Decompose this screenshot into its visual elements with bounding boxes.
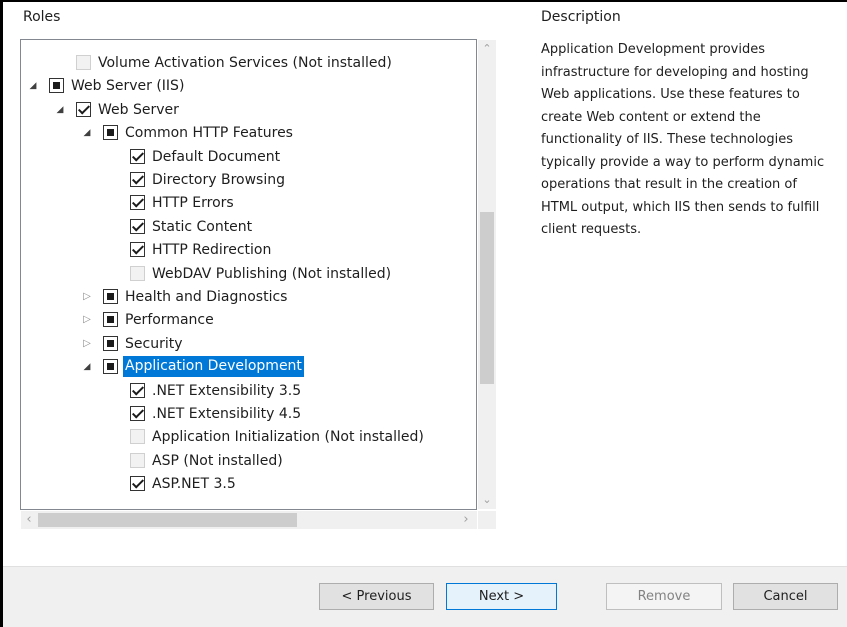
tree-item-checkbox[interactable] — [103, 312, 118, 327]
collapse-icon[interactable]: ◢ — [81, 122, 93, 144]
tree-item-checkbox[interactable] — [130, 242, 145, 257]
tree-item-label[interactable]: ASP.NET 3.5 — [152, 473, 236, 495]
tree-item[interactable]: .NET Extensibility 3.5 — [0, 380, 477, 402]
tree-item-label[interactable]: WebDAV Publishing (Not installed) — [152, 263, 391, 285]
scroll-up-icon[interactable]: ⌃ — [478, 40, 496, 58]
window-top-border — [0, 0, 847, 2]
cancel-button[interactable]: Cancel — [733, 583, 838, 610]
tree-item[interactable]: ▷ Health and Diagnostics — [0, 286, 477, 308]
description-text: Application Development provides infrast… — [541, 42, 825, 237]
tree-item-checkbox[interactable] — [103, 336, 118, 351]
tree-item-label[interactable]: HTTP Redirection — [152, 239, 271, 261]
tree-item-label[interactable]: HTTP Errors — [152, 192, 234, 214]
tree-item[interactable]: Directory Browsing — [0, 169, 477, 191]
expand-icon[interactable]: ▷ — [81, 309, 93, 331]
tree-item-checkbox[interactable] — [103, 359, 118, 374]
tree-item[interactable]: ◢ Common HTTP Features — [0, 122, 477, 144]
scroll-down-icon[interactable]: ⌄ — [478, 491, 496, 509]
horizontal-scrollbar[interactable]: ‹ › — [21, 511, 477, 529]
tree-item-checkbox[interactable] — [103, 125, 118, 140]
scrollbar-corner — [478, 511, 496, 529]
tree-item-checkbox[interactable] — [130, 476, 145, 491]
description-header: Description — [541, 9, 621, 25]
tree-item[interactable]: Volume Activation Services (Not installe… — [0, 52, 477, 74]
tree-item-label[interactable]: Health and Diagnostics — [125, 286, 287, 308]
tree-item[interactable]: ◢ Web Server (IIS) — [0, 75, 477, 97]
tree-item-checkbox[interactable] — [130, 383, 145, 398]
tree-item[interactable]: ◢ Web Server — [0, 99, 477, 121]
tree-item-checkbox[interactable] — [103, 289, 118, 304]
tree-item-label[interactable]: Web Server (IIS) — [71, 75, 184, 97]
tree-item-label[interactable]: ASP (Not installed) — [152, 450, 283, 472]
expand-icon[interactable]: ▷ — [81, 333, 93, 355]
tree-item-label[interactable]: Volume Activation Services (Not installe… — [98, 52, 392, 74]
tree-item-label[interactable]: .NET Extensibility 3.5 — [152, 380, 301, 402]
horizontal-scroll-thumb[interactable] — [38, 513, 297, 527]
next-button[interactable]: Next > — [446, 583, 557, 610]
roles-header: Roles — [23, 9, 61, 25]
tree-item[interactable]: WebDAV Publishing (Not installed) — [0, 263, 477, 285]
tree-item-checkbox[interactable] — [130, 149, 145, 164]
tree-item-label[interactable]: Common HTTP Features — [125, 122, 293, 144]
tree-item[interactable]: ▷ Performance — [0, 309, 477, 331]
previous-button[interactable]: < Previous — [319, 583, 434, 610]
tree-item-checkbox — [130, 453, 145, 468]
vertical-scrollbar[interactable]: ⌃ ⌄ — [478, 40, 496, 509]
tree-item-checkbox — [130, 266, 145, 281]
collapse-icon[interactable]: ◢ — [27, 75, 39, 97]
collapse-icon[interactable]: ◢ — [54, 99, 66, 121]
collapse-icon[interactable]: ◢ — [81, 356, 93, 378]
tree-item[interactable]: ▷ Security — [0, 333, 477, 355]
tree-item-checkbox[interactable] — [130, 172, 145, 187]
tree-item[interactable]: Application Initialization (Not installe… — [0, 426, 477, 448]
tree-item[interactable]: ◢ Application Development — [0, 356, 477, 378]
tree-item-checkbox[interactable] — [49, 78, 64, 93]
remove-button[interactable]: Remove — [606, 583, 722, 610]
tree-item-label[interactable]: Directory Browsing — [152, 169, 285, 191]
tree-item[interactable]: .NET Extensibility 4.5 — [0, 403, 477, 425]
tree-item-label[interactable]: Security — [125, 333, 183, 355]
tree-item-checkbox[interactable] — [130, 195, 145, 210]
tree-item-label[interactable]: Web Server — [98, 99, 179, 121]
tree-item-label[interactable]: Static Content — [152, 216, 252, 238]
tree-item-checkbox[interactable] — [76, 102, 91, 117]
tree-item-label[interactable]: .NET Extensibility 4.5 — [152, 403, 301, 425]
tree-item-label[interactable]: Default Document — [152, 146, 280, 168]
tree-item-checkbox[interactable] — [130, 406, 145, 421]
tree-item-label[interactable]: Application Development — [123, 356, 304, 377]
tree-item[interactable]: ASP.NET 3.5 — [0, 473, 477, 495]
tree-item[interactable]: ASP (Not installed) — [0, 450, 477, 472]
scroll-right-icon[interactable]: › — [458, 511, 474, 529]
tree-item[interactable]: HTTP Errors — [0, 192, 477, 214]
expand-icon[interactable]: ▷ — [81, 286, 93, 308]
tree-item[interactable]: Static Content — [0, 216, 477, 238]
tree-item[interactable]: HTTP Redirection — [0, 239, 477, 261]
tree-item-checkbox[interactable] — [130, 219, 145, 234]
tree-item-checkbox — [76, 55, 91, 70]
tree-item-label[interactable]: Application Initialization (Not installe… — [152, 426, 424, 448]
tree-item-label[interactable]: Performance — [125, 309, 214, 331]
scroll-left-icon[interactable]: ‹ — [21, 511, 37, 529]
tree-item[interactable]: Default Document — [0, 146, 477, 168]
tree-item-checkbox — [130, 429, 145, 444]
vertical-scroll-thumb[interactable] — [480, 212, 494, 384]
